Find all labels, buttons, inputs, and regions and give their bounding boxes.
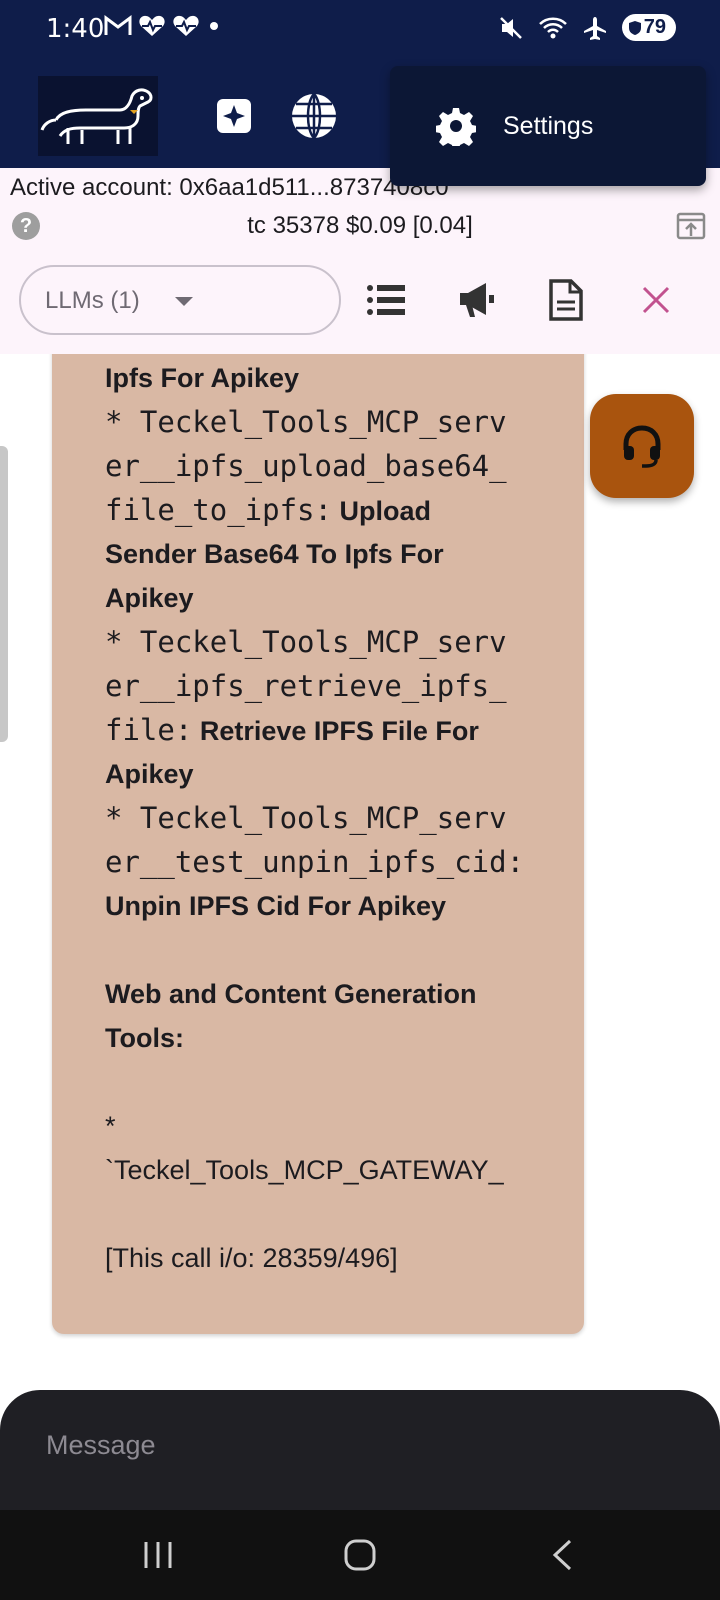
home-button[interactable]: [330, 1530, 390, 1580]
airplane-icon: [583, 16, 606, 40]
message-heading: Tools:: [105, 1023, 184, 1053]
battery-icon: 79: [621, 14, 676, 41]
message-input[interactable]: [26, 1410, 694, 1480]
open-in-icon[interactable]: [676, 212, 706, 240]
message-line: Ipfs For Apikey: [105, 363, 300, 393]
chevron-down-icon: [175, 297, 193, 306]
recent-apps-button[interactable]: [128, 1530, 188, 1580]
message-line: Unpin IPFS Cid For Apikey: [105, 891, 447, 921]
gmail-icon: [104, 15, 132, 35]
token-cost-line: tc 35378 $0.09 [0.04]: [247, 212, 473, 239]
notification-icons: [104, 14, 222, 38]
close-icon[interactable]: [630, 274, 682, 326]
back-icon: [552, 1539, 572, 1571]
message-line: er__test_unpin_ipfs_cid:: [105, 845, 525, 879]
settings-menu-item[interactable]: Settings: [390, 66, 706, 186]
wifi-icon: [538, 17, 567, 38]
message-line: `Teckel_Tools_MCP_GATEWAY_: [105, 1155, 504, 1185]
sparkle-icon[interactable]: [206, 88, 262, 144]
message-line: Apikey: [105, 759, 194, 789]
scroll-indicator[interactable]: [0, 446, 8, 742]
message-line: * Teckel_Tools_MCP_serv: [105, 405, 507, 439]
home-icon: [344, 1539, 376, 1571]
dachshund-logo[interactable]: [38, 76, 158, 156]
megaphone-icon[interactable]: [450, 274, 502, 326]
llm-dropdown-label: LLMs (1): [45, 287, 140, 314]
status-time: 1:40: [46, 14, 105, 44]
message-line: er__ipfs_retrieve_ipfs_: [105, 669, 507, 703]
message-input-panel: [0, 1390, 720, 1510]
llm-dropdown[interactable]: LLMs (1): [19, 265, 341, 335]
mute-icon: [499, 16, 522, 39]
health-icon: [139, 15, 165, 36]
message-line: Apikey: [105, 583, 194, 613]
status-bar: 1:40 79: [0, 0, 720, 64]
message-heading: Web and Content Generation: [105, 979, 477, 1009]
list-icon[interactable]: [360, 274, 412, 326]
back-button[interactable]: [532, 1530, 592, 1580]
message-line: file: Retrieve IPFS File For: [105, 713, 479, 747]
call-io-stats: [This call i/o: 28359/496]: [105, 1243, 398, 1273]
system-icons: 79: [498, 14, 676, 41]
active-account: Active account: 0x6aa1d511...8737408c0: [10, 174, 449, 201]
health-icon: [173, 15, 199, 36]
gear-icon: [436, 108, 476, 146]
voice-assistant-button[interactable]: [590, 394, 694, 498]
settings-label: Settings: [503, 112, 594, 140]
headset-icon: [623, 425, 661, 468]
globe-icon[interactable]: [286, 88, 342, 144]
message-line: file_to_ipfs: Upload: [105, 493, 431, 527]
message-line: Sender Base64 To Ipfs For: [105, 539, 444, 569]
document-icon[interactable]: [540, 274, 592, 326]
shield-icon: [628, 20, 641, 35]
message-line: * Teckel_Tools_MCP_serv: [105, 801, 507, 835]
system-nav-bar: [0, 1510, 720, 1600]
message-line: * Teckel_Tools_MCP_serv: [105, 625, 507, 659]
chat-area[interactable]: Ipfs For Apikey * Teckel_Tools_MCP_serv …: [0, 354, 720, 1390]
recents-icon: [144, 1542, 172, 1568]
message-line: *: [105, 1111, 116, 1141]
overflow-menu: Settings: [390, 66, 706, 186]
dot-icon: [210, 22, 218, 30]
message-line: er__ipfs_upload_base64_: [105, 449, 507, 483]
account-info-bar: Active account: 0x6aa1d511...8737408c0 ?…: [0, 168, 720, 354]
battery-level: 79: [643, 16, 666, 38]
